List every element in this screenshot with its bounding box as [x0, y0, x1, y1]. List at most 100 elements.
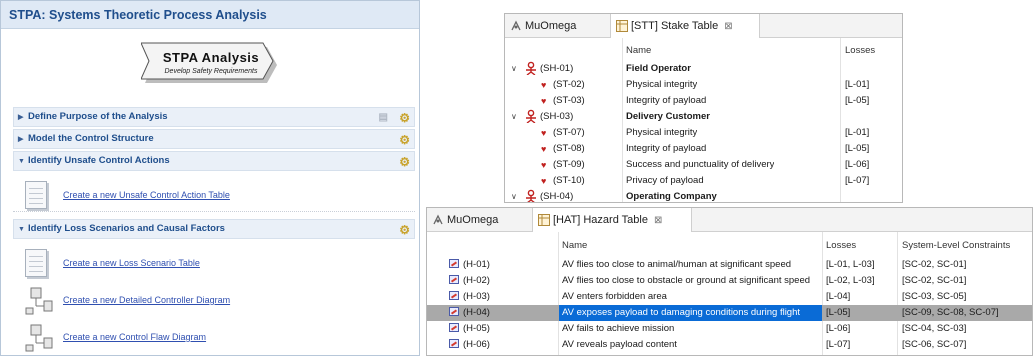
create-detailed-controller-diagram-link[interactable]: Create a new Detailed Controller Diagram: [63, 295, 230, 305]
cheatsheet-action-icon[interactable]: ⚙: [399, 221, 410, 239]
chevron-down-icon[interactable]: ∨: [511, 109, 517, 125]
hazard-icon: [449, 273, 461, 289]
cheatsheet-action-icon[interactable]: ⚙: [399, 109, 410, 127]
close-icon[interactable]: ⊠: [654, 215, 662, 226]
row-losses: [L-06]: [845, 159, 870, 170]
table-icon: [25, 249, 53, 279]
row-constraints: [SC-03, SC-05]: [902, 291, 967, 302]
row-name: AV flies too close to obstacle or ground…: [562, 275, 811, 286]
section-identify-ucas[interactable]: ▼ Identify Unsafe Control Actions ⚙: [13, 151, 415, 171]
row-name: Delivery Customer: [626, 111, 710, 122]
stakeholder-icon: [525, 189, 537, 202]
row-id: (ST-09): [553, 159, 585, 170]
row-losses: [L-05]: [845, 95, 870, 106]
row-id: (ST-03): [553, 95, 585, 106]
table-row[interactable]: (H-06) AV reveals payload content [L-07]…: [427, 337, 1032, 353]
table-row[interactable]: ♥ (ST-07) Physical integrity [L-01]: [505, 125, 902, 141]
table-row[interactable]: ♥ (ST-03) Integrity of payload [L-05]: [505, 93, 902, 109]
row-constraints: [SC-02, SC-01]: [902, 259, 967, 270]
tab-muomega[interactable]: MuOmega: [505, 14, 605, 38]
hazard-table-view: MuOmega [HAT] Hazard Table ⊠ Name Losses …: [426, 207, 1033, 356]
tab-hazard-table[interactable]: [HAT] Hazard Table ⊠: [532, 208, 692, 232]
table-row[interactable]: ♥ (ST-02) Physical integrity [L-01]: [505, 77, 902, 93]
col-header-losses[interactable]: Losses: [826, 236, 856, 256]
row-losses: [L-01]: [845, 79, 870, 90]
row-losses: [L-04]: [826, 291, 851, 302]
col-header-name[interactable]: Name: [562, 236, 587, 256]
row-id: (H-01): [463, 259, 490, 270]
row-name[interactable]: AV exposes payload to damaging condition…: [559, 305, 822, 321]
row-id: (SH-03): [540, 111, 574, 122]
banner-shape: [141, 42, 277, 83]
heart-icon: ♥: [541, 144, 547, 154]
chevron-down-icon[interactable]: ∨: [511, 61, 517, 77]
table-row[interactable]: (H-03) AV enters forbidden area [L-04] […: [427, 289, 1032, 305]
table-row[interactable]: ♥ (ST-09) Success and punctuality of del…: [505, 157, 902, 173]
collapsed-arrow-icon: ▶: [18, 114, 24, 121]
tab-stake-table[interactable]: [STT] Stake Table ⊠: [610, 14, 760, 38]
row-losses: [L-05]: [845, 143, 870, 154]
section-loss-scenarios[interactable]: ▼ Identify Loss Scenarios and Causal Fact…: [13, 219, 415, 239]
section-model-control-structure[interactable]: ▶ Model the Control Structure ⚙: [13, 129, 415, 149]
row-id: (ST-08): [553, 143, 585, 154]
table-row[interactable]: (H-05) AV fails to achieve mission [L-06…: [427, 321, 1032, 337]
col-header-losses[interactable]: Losses: [845, 41, 875, 61]
table-icon: [616, 20, 628, 32]
muomega-icon: [511, 20, 521, 31]
section-define-purpose[interactable]: ▶ Define Purpose of the Analysis ▤ ⚙: [13, 107, 415, 127]
heart-icon: ♥: [541, 160, 547, 170]
create-uca-table-link[interactable]: Create a new Unsafe Control Action Table: [63, 190, 230, 200]
row-name: AV reveals payload content: [562, 339, 677, 350]
hazard-icon: [449, 289, 461, 305]
row-name: AV enters forbidden area: [562, 291, 667, 302]
table-row[interactable]: ∨ (SH-03) Delivery Customer: [505, 109, 902, 125]
row-id: (ST-07): [553, 127, 585, 138]
heart-icon: ♥: [541, 80, 547, 90]
col-header-name[interactable]: Name: [626, 41, 651, 61]
close-icon[interactable]: ⊠: [724, 21, 732, 32]
table-row[interactable]: (H-01) AV flies too close to animal/huma…: [427, 257, 1032, 273]
row-name: Integrity of payload: [626, 95, 707, 106]
table-row[interactable]: ∨ (SH-01) Field Operator: [505, 61, 902, 77]
diagram-icon: [25, 287, 53, 315]
task-create-control-flaw-diagram: Create a new Control Flaw Diagram: [21, 323, 401, 353]
row-name: AV flies too close to animal/human at si…: [562, 259, 792, 270]
tab-label: [STT] Stake Table: [631, 20, 719, 32]
table-row[interactable]: ♥ (ST-10) Privacy of payload [L-07]: [505, 173, 902, 189]
row-losses: [L-01]: [845, 127, 870, 138]
table-icon: [538, 214, 550, 226]
row-constraints: [SC-09, SC-08, SC-07]: [902, 307, 999, 318]
table-row[interactable]: (H-02) AV flies too close to obstacle or…: [427, 273, 1032, 289]
cheatsheet-action-icon[interactable]: ⚙: [399, 153, 410, 171]
table-row[interactable]: ∨ (SH-04) Operating Company: [505, 189, 902, 202]
table-header: Name Losses System-Level Constraints: [427, 236, 1032, 256]
section-label: Identify Loss Scenarios and Causal Facto…: [28, 223, 225, 234]
help-icon[interactable]: ▤: [379, 109, 388, 127]
row-id: (H-04): [463, 307, 490, 318]
table-row-selected[interactable]: (H-04) AV exposes payload to damaging co…: [427, 305, 1032, 321]
create-loss-scenario-table-link[interactable]: Create a new Loss Scenario Table: [63, 258, 200, 268]
row-id: (ST-02): [553, 79, 585, 90]
stake-table-view: MuOmega [STT] Stake Table ⊠ Name Losses ∨…: [504, 13, 903, 203]
col-header-constraints[interactable]: System-Level Constraints: [902, 236, 1010, 256]
heart-icon: ♥: [541, 128, 547, 138]
divider: [13, 211, 415, 212]
cheatsheet-action-icon[interactable]: ⚙: [399, 131, 410, 149]
chevron-down-icon[interactable]: ∨: [511, 189, 517, 202]
table-row[interactable]: ♥ (ST-08) Integrity of payload [L-05]: [505, 141, 902, 157]
hazard-icon: [449, 321, 461, 337]
cheatsheet-title: STPA: Systems Theoretic Process Analysis: [1, 1, 419, 29]
row-losses: [L-07]: [826, 339, 851, 350]
hazard-icon: [449, 337, 461, 353]
stpa-cheatsheet-panel: STPA: Systems Theoretic Process Analysis…: [0, 0, 420, 356]
row-id: (ST-10): [553, 175, 585, 186]
diagram-icon: [25, 324, 53, 352]
section-label: Identify Unsafe Control Actions: [28, 155, 170, 166]
create-control-flaw-diagram-link[interactable]: Create a new Control Flaw Diagram: [63, 332, 206, 342]
row-name: Physical integrity: [626, 127, 698, 138]
task-create-detailed-controller-diagram: Create a new Detailed Controller Diagram: [21, 286, 401, 316]
collapsed-arrow-icon: ▶: [18, 136, 24, 143]
row-losses: [L-05]: [826, 307, 851, 318]
tab-muomega[interactable]: MuOmega: [427, 208, 527, 232]
section-label: Model the Control Structure: [28, 133, 154, 144]
